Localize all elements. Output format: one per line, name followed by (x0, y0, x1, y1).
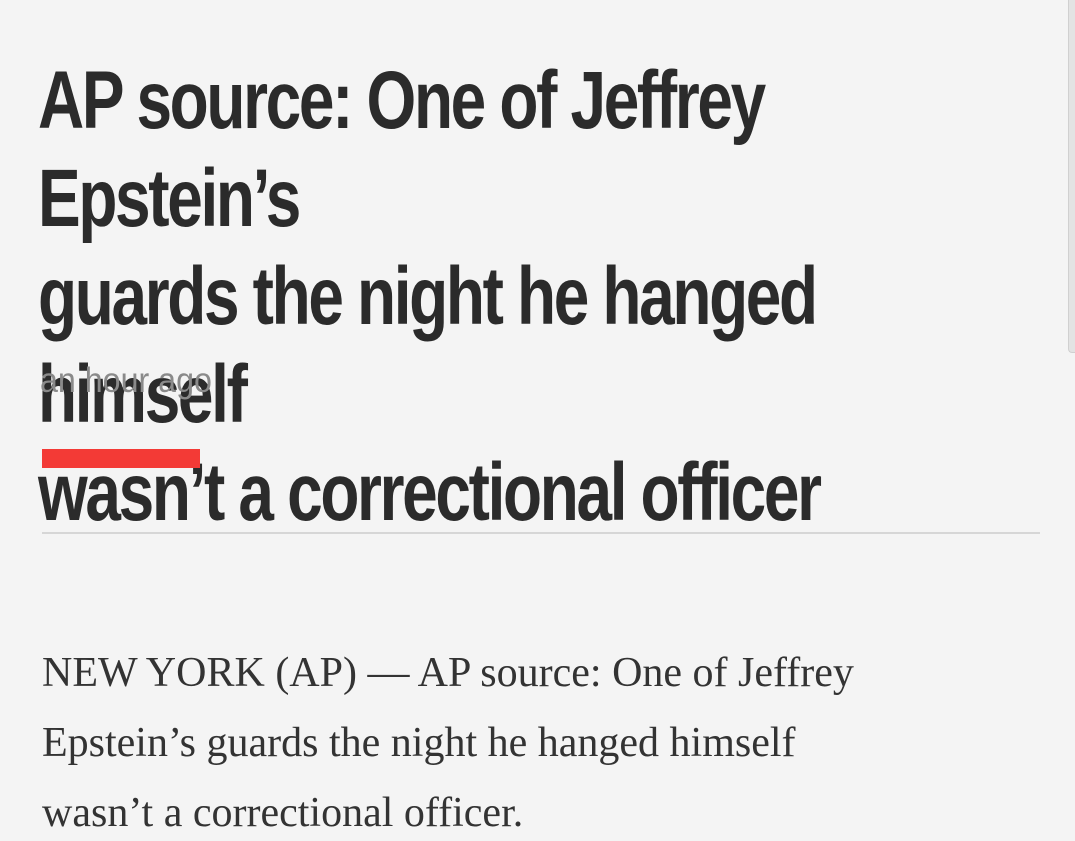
article-body: NEW YORK (AP) — AP source: One of Jeffre… (42, 638, 982, 841)
body-line: NEW YORK (AP) — AP source: One of Jeffre… (42, 650, 854, 696)
divider (42, 532, 1040, 534)
article-timestamp: an hour ago (40, 361, 212, 400)
article-headline: AP source: One of Jeffrey Epstein’s guar… (38, 52, 997, 542)
body-line: wasn’t a correctional officer. (42, 790, 524, 836)
headline-line: guards the night he hanged himself (38, 251, 818, 440)
article-page: AP source: One of Jeffrey Epstein’s guar… (0, 0, 1075, 841)
scrollbar[interactable] (1068, 0, 1075, 353)
accent-bar (42, 449, 200, 468)
headline-line: AP source: One of Jeffrey Epstein’s (38, 55, 766, 244)
body-line: Epstein’s guards the night he hanged him… (42, 720, 796, 766)
